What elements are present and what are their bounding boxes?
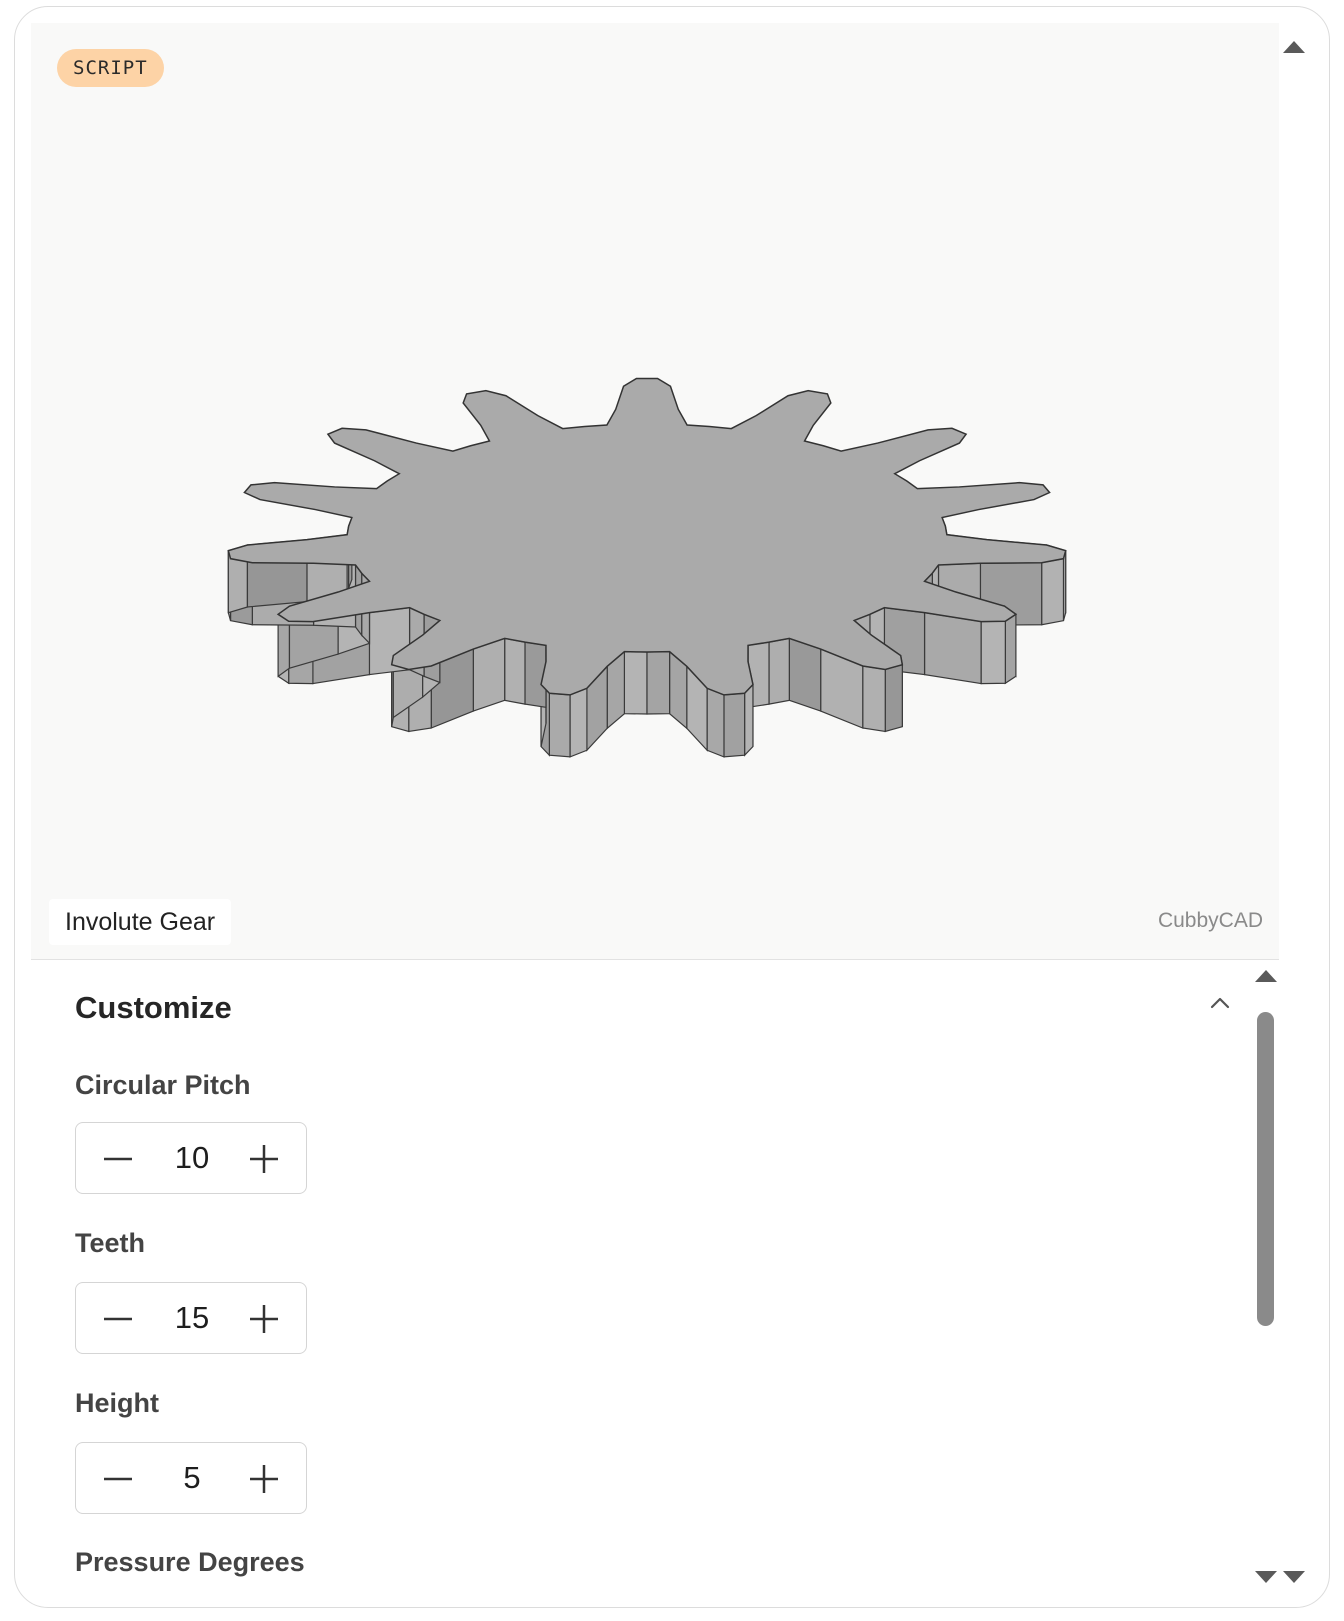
plus-icon[interactable]: [228, 1283, 300, 1355]
gear-side-face: [504, 637, 526, 705]
plus-icon[interactable]: [228, 1443, 300, 1515]
circular-pitch-stepper[interactable]: 10: [75, 1122, 307, 1194]
scroll-down-arrow[interactable]: [1283, 1571, 1305, 1583]
gear-side-face: [980, 620, 1006, 685]
gear-side-face: [744, 683, 754, 757]
gear-side-face: [548, 692, 571, 758]
gear-side-face: [923, 611, 982, 685]
panel-scroll-down-arrow[interactable]: [1255, 1571, 1277, 1583]
circular-pitch-value[interactable]: 10: [148, 1123, 236, 1195]
gear-side-face: [723, 692, 746, 758]
circular-pitch-label: Circular Pitch: [75, 1070, 251, 1100]
teeth-value[interactable]: 15: [148, 1283, 236, 1355]
teeth-stepper[interactable]: 15: [75, 1282, 307, 1354]
scroll-up-arrow[interactable]: [1283, 41, 1305, 53]
gear-side-face: [884, 663, 903, 733]
gear-side-face: [788, 637, 822, 712]
gear-side-face: [623, 651, 648, 715]
minus-icon[interactable]: [82, 1283, 154, 1355]
model-viewer[interactable]: SCRIPT Involute Gear CubbyCAD: [31, 23, 1279, 960]
gear-side-face: [706, 687, 725, 758]
plus-icon[interactable]: [228, 1123, 300, 1195]
panel-scrollbar-thumb[interactable]: [1257, 1012, 1274, 1326]
pressure-degrees-label: Pressure Degrees: [75, 1547, 305, 1577]
script-badge: SCRIPT: [57, 49, 164, 87]
customize-panel: Customize Circular Pitch 10 Teeth 15 Hei…: [31, 960, 1279, 1607]
gear-side-face: [472, 637, 506, 712]
chevron-up-icon[interactable]: [1209, 996, 1231, 1015]
height-stepper[interactable]: 5: [75, 1442, 307, 1514]
gear-side-face: [1004, 613, 1017, 685]
height-value[interactable]: 5: [148, 1443, 236, 1515]
model-title: Involute Gear: [49, 899, 232, 945]
brand-label: CubbyCAD: [1157, 909, 1263, 932]
gear-side-face: [1041, 557, 1065, 626]
gear-side-face: [569, 687, 588, 758]
teeth-label: Teeth: [75, 1228, 146, 1258]
gear-model[interactable]: [31, 23, 1279, 883]
gear-side-face: [862, 665, 886, 733]
panel-scroll-up-arrow[interactable]: [1255, 970, 1277, 982]
customize-title: Customize: [75, 990, 232, 1025]
minus-icon[interactable]: [82, 1443, 154, 1515]
minus-icon[interactable]: [82, 1123, 154, 1195]
customizer-card: SCRIPT Involute Gear CubbyCAD Customize …: [14, 6, 1330, 1608]
height-label: Height: [75, 1388, 159, 1418]
gear-side-face: [768, 637, 790, 705]
gear-side-face: [646, 651, 671, 715]
